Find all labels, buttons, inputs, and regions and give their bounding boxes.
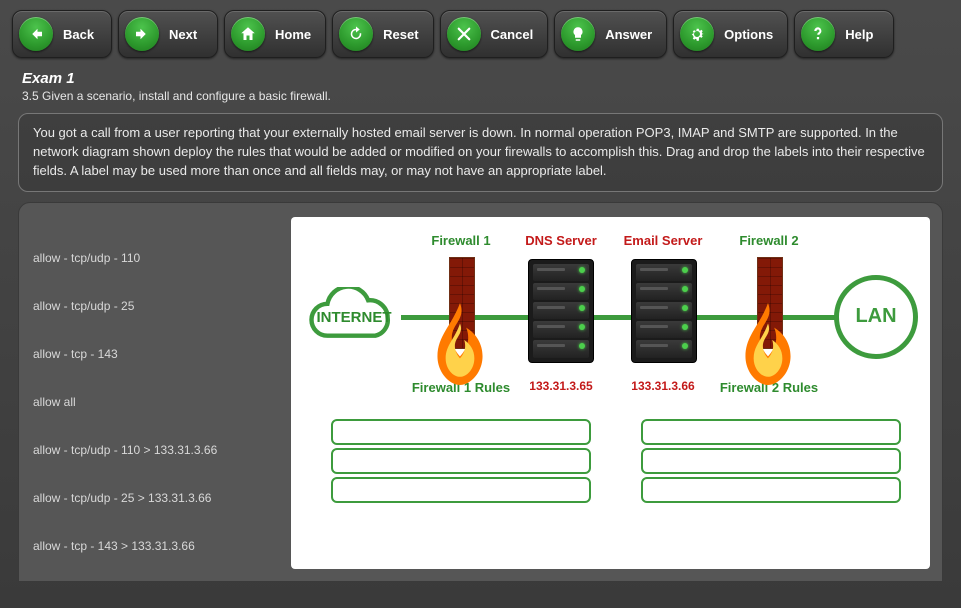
exam-title: Exam 1 <box>22 70 939 87</box>
cancel-label: Cancel <box>491 27 534 42</box>
firewall2-drop-slot[interactable] <box>641 448 901 474</box>
firewall2-drop-slot[interactable] <box>641 477 901 503</box>
gear-icon <box>680 17 714 51</box>
firewall2-title: Firewall 2 <box>709 233 829 248</box>
firewall1-drop-slot[interactable] <box>331 477 591 503</box>
firewall2-drop-column <box>641 419 901 506</box>
firewall1-icon <box>439 257 483 367</box>
back-button[interactable]: Back <box>12 10 112 58</box>
drag-label[interactable]: allow - tcp/udp - 25 > 133.31.3.66 <box>31 483 291 513</box>
next-button[interactable]: Next <box>118 10 218 58</box>
home-button[interactable]: Home <box>224 10 326 58</box>
dns-ip: 133.31.3.65 <box>511 379 611 393</box>
help-label: Help <box>845 27 873 42</box>
email-title: Email Server <box>603 233 723 248</box>
arrow-right-icon <box>125 17 159 51</box>
answer-button[interactable]: Answer <box>554 10 667 58</box>
firewall1-drop-column <box>331 419 591 506</box>
email-ip: 133.31.3.66 <box>613 379 713 393</box>
email-server-icon <box>629 259 699 369</box>
home-icon <box>231 17 265 51</box>
objective-text: 3.5 Given a scenario, install and config… <box>22 89 939 103</box>
header: Exam 1 3.5 Given a scenario, install and… <box>0 68 961 107</box>
lan-node: LAN <box>834 275 918 359</box>
firewall2-icon <box>747 257 791 367</box>
lan-label: LAN <box>855 305 896 328</box>
reset-label: Reset <box>383 27 418 42</box>
dns-server-icon <box>526 259 596 369</box>
answer-label: Answer <box>605 27 652 42</box>
internet-label: INTERNET <box>299 309 409 326</box>
reset-icon <box>339 17 373 51</box>
next-label: Next <box>169 27 197 42</box>
work-panel: allow - tcp/udp - 110 allow - tcp/udp - … <box>18 202 943 582</box>
firewall1-drop-slot[interactable] <box>331 448 591 474</box>
cancel-button[interactable]: Cancel <box>440 10 549 58</box>
drag-label[interactable]: allow - tcp - 143 > 133.31.3.66 <box>31 531 291 561</box>
scenario-text: You got a call from a user reporting tha… <box>18 113 943 192</box>
drag-label[interactable]: allow - tcp - 143 <box>31 339 291 369</box>
drag-label[interactable]: allow - tcp/udp - 110 > 133.31.3.66 <box>31 435 291 465</box>
help-button[interactable]: Help <box>794 10 894 58</box>
back-label: Back <box>63 27 94 42</box>
options-button[interactable]: Options <box>673 10 788 58</box>
options-label: Options <box>724 27 773 42</box>
firewall2-drop-slot[interactable] <box>641 419 901 445</box>
drag-label[interactable]: allow - tcp/udp - 25 <box>31 291 291 321</box>
reset-button[interactable]: Reset <box>332 10 433 58</box>
drag-labels-column: allow - tcp/udp - 110 allow - tcp/udp - … <box>31 217 291 569</box>
home-label: Home <box>275 27 311 42</box>
close-icon <box>447 17 481 51</box>
internet-cloud-icon: INTERNET <box>299 287 409 349</box>
help-icon <box>801 17 835 51</box>
toolbar: Back Next Home Reset Cancel Answer Optio… <box>0 0 961 68</box>
firewall1-drop-slot[interactable] <box>331 419 591 445</box>
drag-label[interactable]: allow - tcp/udp - 110 <box>31 243 291 273</box>
lightbulb-icon <box>561 17 595 51</box>
drag-label[interactable]: allow all <box>31 387 291 417</box>
arrow-left-icon <box>19 17 53 51</box>
network-diagram: INTERNET Firewall 1 Firewall 1 Rules DNS… <box>291 217 930 569</box>
